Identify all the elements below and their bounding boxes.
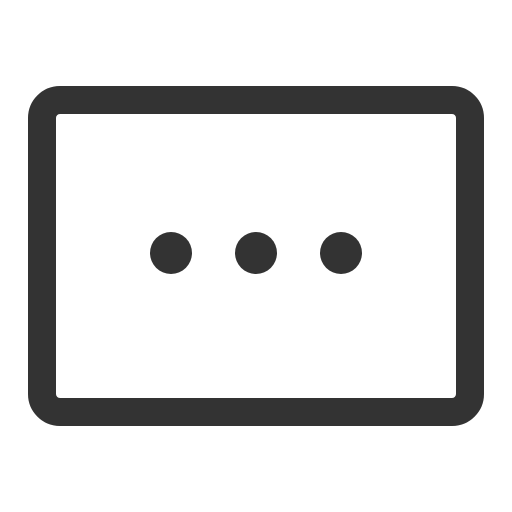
dot-middle xyxy=(235,232,277,274)
dot-right xyxy=(320,232,362,274)
more-in-frame-icon xyxy=(28,86,484,426)
dot-left xyxy=(150,232,192,274)
icon-canvas xyxy=(0,0,512,512)
